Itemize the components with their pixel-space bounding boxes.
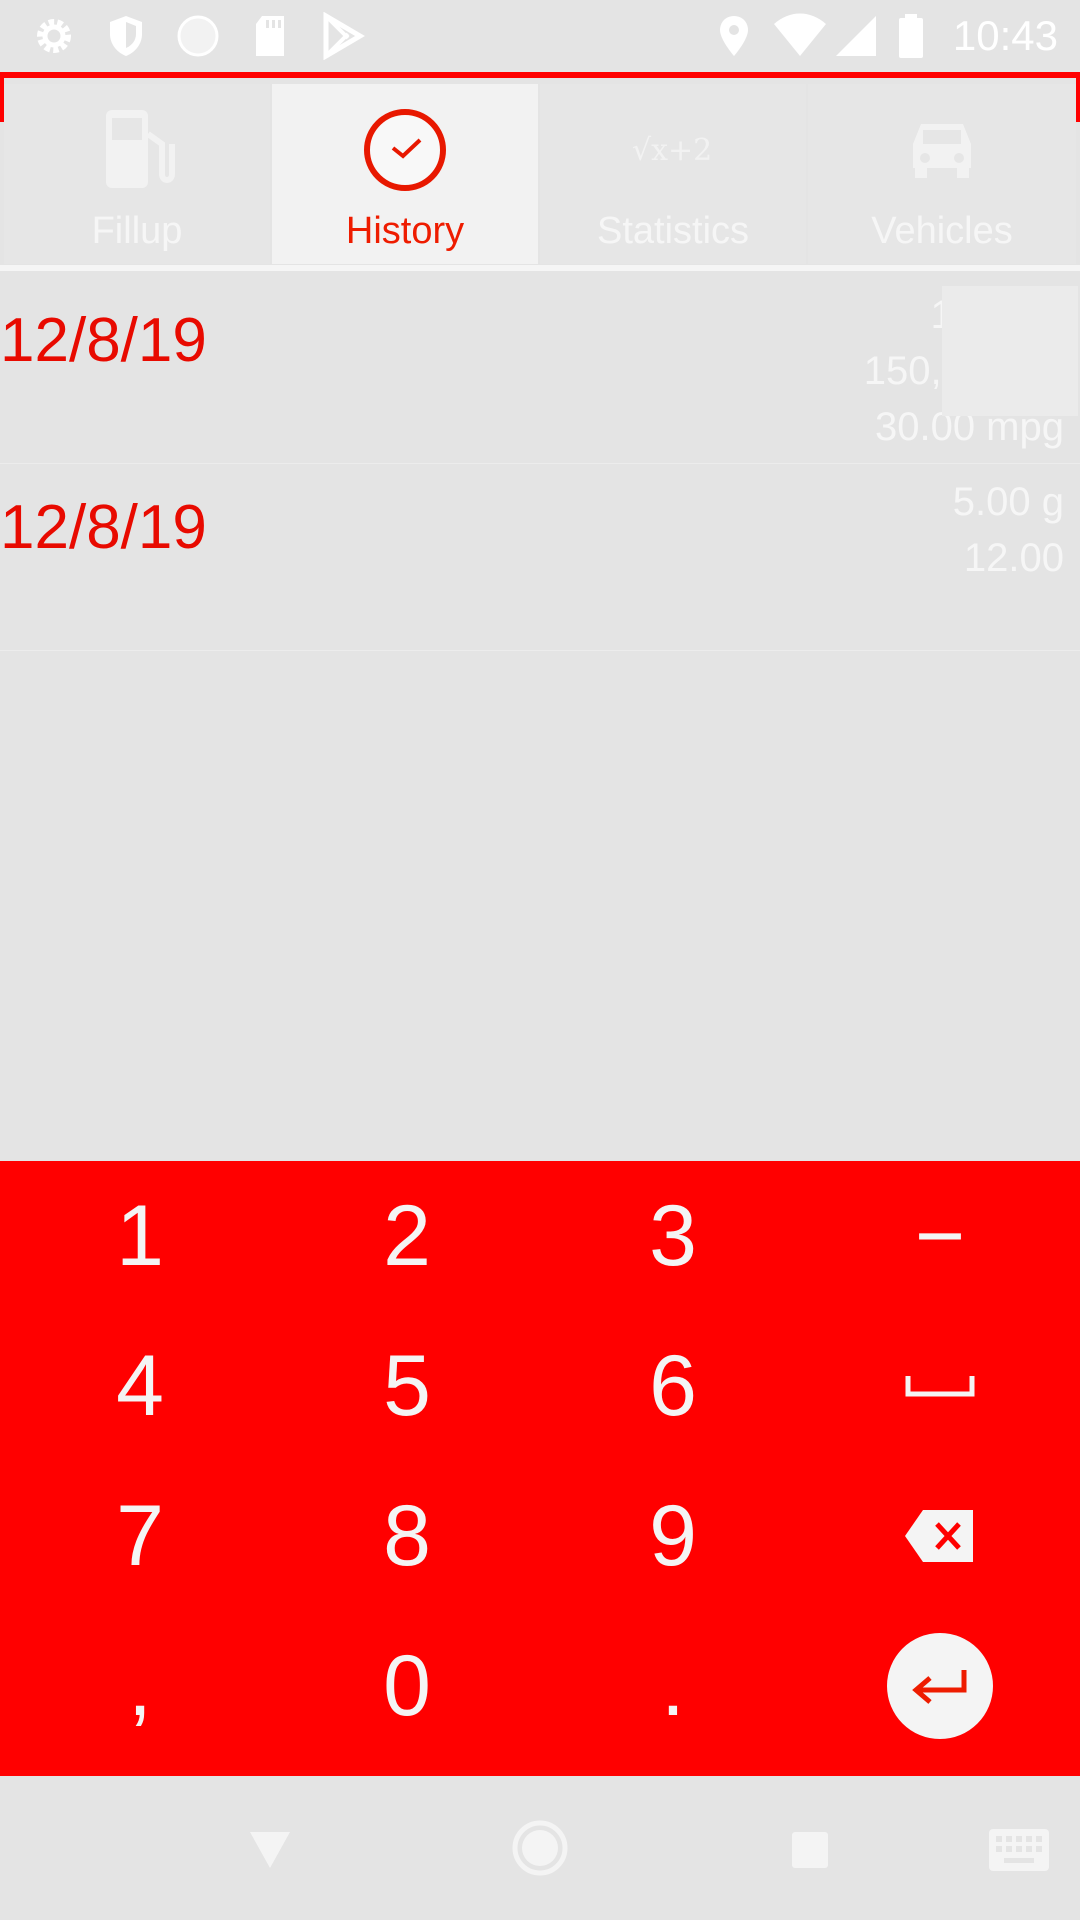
tab-fillup[interactable]: Fillup xyxy=(4,84,270,264)
key-0[interactable]: 0 xyxy=(272,1611,542,1761)
tab-history[interactable]: History xyxy=(272,84,538,264)
signal-icon xyxy=(836,16,876,56)
history-date: 12/8/19 xyxy=(0,493,207,562)
location-icon xyxy=(720,16,748,56)
fast-scroll-handle[interactable] xyxy=(942,286,1078,416)
navigation-bar xyxy=(0,1776,1080,1920)
action-bar-accent-line xyxy=(0,72,1080,78)
key-1[interactable]: 1 xyxy=(5,1161,275,1311)
space-icon xyxy=(905,1376,975,1397)
battery-icon xyxy=(899,14,923,58)
key-5[interactable]: 5 xyxy=(272,1311,542,1461)
history-values: 5.00 g 12.00 xyxy=(953,474,1064,586)
shield-icon xyxy=(110,16,142,56)
circle-icon xyxy=(177,15,219,57)
key-enter[interactable] xyxy=(805,1611,1075,1761)
gas-pump-icon xyxy=(106,110,175,188)
odometer: 12.00 xyxy=(963,536,1064,580)
tab-history-label: History xyxy=(345,210,465,252)
home-icon[interactable] xyxy=(512,1820,568,1876)
wifi-icon xyxy=(774,13,826,56)
car-icon xyxy=(913,124,971,178)
history-row[interactable]: 12/8/19 14.00 g 150,000.00 30.00 mpg xyxy=(0,277,1080,464)
tab-vehicles-label: Vehicles xyxy=(871,210,1013,252)
key-backspace[interactable] xyxy=(805,1461,1075,1611)
keyboard-icon[interactable] xyxy=(988,1828,1050,1872)
tab-vehicles[interactable]: Vehicles xyxy=(808,84,1076,264)
key-7[interactable]: 7 xyxy=(5,1461,275,1611)
backspace-icon xyxy=(905,1510,973,1562)
sqrt-formula-icon: √x+2 xyxy=(632,133,712,168)
tab-fillup-label: Fillup xyxy=(91,210,183,252)
tab-bar: Fillup History √x+2 Statistics Vehicles xyxy=(0,84,1080,264)
recents-icon[interactable] xyxy=(790,1830,830,1870)
sd-card-icon xyxy=(256,16,284,56)
history-date: 12/8/19 xyxy=(0,306,207,375)
key-minus[interactable]: − xyxy=(805,1161,1075,1311)
clock-time: 10:43 xyxy=(952,12,1058,59)
key-dot[interactable]: . xyxy=(538,1611,808,1761)
svg-text:√x+2: √x+2 xyxy=(632,133,712,168)
key-space[interactable] xyxy=(805,1311,1075,1461)
key-6[interactable]: 6 xyxy=(538,1311,808,1461)
key-9[interactable]: 9 xyxy=(538,1461,808,1611)
key-4[interactable]: 4 xyxy=(5,1311,275,1461)
settings-icon xyxy=(37,19,71,53)
status-bar: 10:43 xyxy=(0,0,1080,72)
tab-divider xyxy=(0,265,1080,271)
key-comma[interactable]: , xyxy=(5,1611,275,1761)
enter-icon xyxy=(912,1670,967,1704)
back-icon[interactable] xyxy=(248,1830,292,1870)
history-row[interactable]: 12/8/19 5.00 g 12.00 xyxy=(0,464,1080,651)
fuel-amount: 5.00 g xyxy=(952,480,1064,524)
key-2[interactable]: 2 xyxy=(272,1161,542,1311)
clock-icon xyxy=(364,109,446,191)
tab-statistics-label: Statistics xyxy=(596,210,750,252)
enter-button[interactable] xyxy=(887,1633,993,1739)
play-store-icon xyxy=(323,12,365,60)
key-8[interactable]: 8 xyxy=(272,1461,542,1611)
key-3[interactable]: 3 xyxy=(538,1161,808,1311)
numeric-keypad: 1 2 3 − 4 5 6 7 8 9 , 0 . xyxy=(0,1161,1080,1776)
tab-statistics[interactable]: √x+2 Statistics xyxy=(540,84,806,264)
